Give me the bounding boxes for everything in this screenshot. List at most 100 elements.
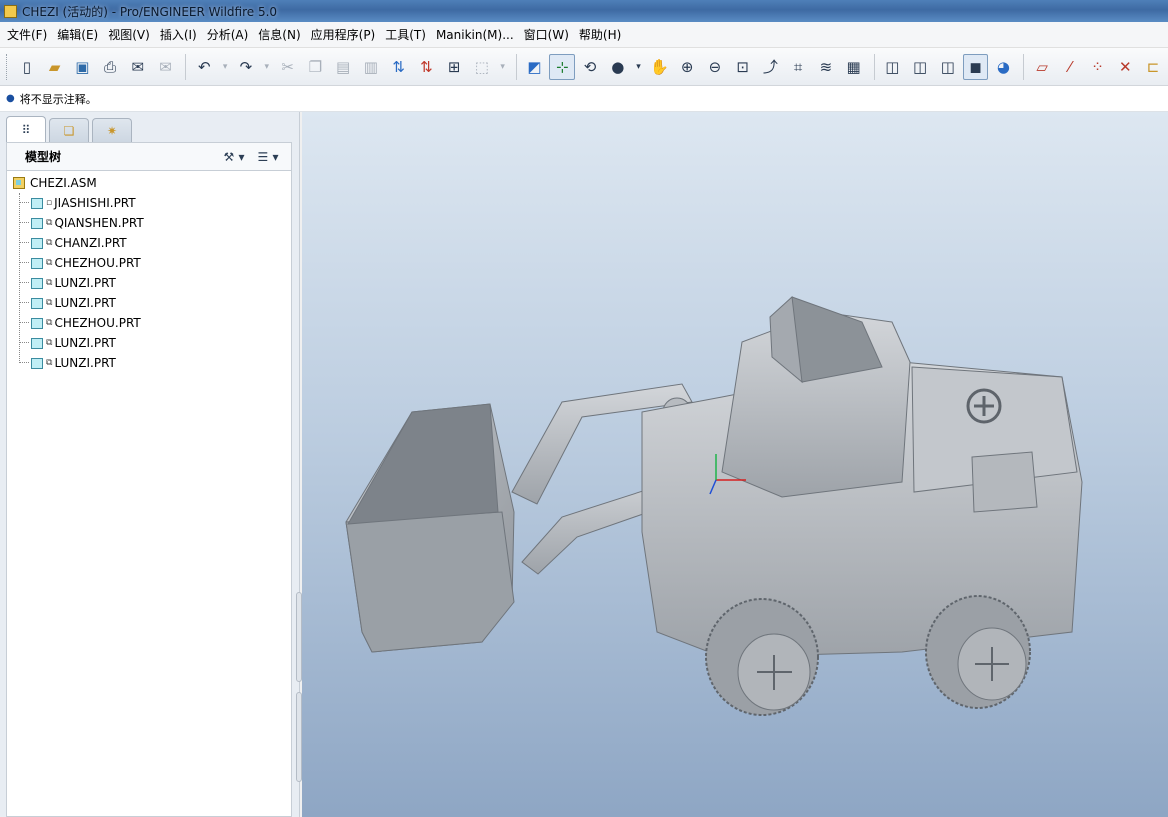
select-box-icon[interactable]: ⬚ bbox=[469, 54, 495, 80]
mail-link-icon[interactable]: ✉ bbox=[153, 54, 179, 80]
zoom-in-icon[interactable]: ⊕ bbox=[674, 54, 700, 80]
cut-icon[interactable]: ✂ bbox=[275, 54, 301, 80]
tree-item-part[interactable]: ⧉ LUNZI.PRT bbox=[31, 333, 116, 353]
tab-model-tree[interactable]: ⠿ bbox=[6, 116, 46, 142]
tree-connector bbox=[19, 262, 29, 263]
tree-columns-icon[interactable]: ☰ ▾ bbox=[251, 148, 285, 166]
select-dropdown-icon[interactable]: ▾ bbox=[497, 54, 509, 80]
menu-insert[interactable]: 插入(I) bbox=[155, 24, 202, 46]
assembly-icon bbox=[13, 177, 25, 189]
saved-views-icon[interactable]: ⌗ bbox=[785, 54, 811, 80]
tree-connector bbox=[19, 322, 29, 323]
reorient-icon[interactable]: ⤴ bbox=[758, 54, 784, 80]
datum-axes-icon[interactable]: ⁄ bbox=[1057, 54, 1083, 80]
cab-part[interactable] bbox=[721, 295, 911, 498]
paste-icon[interactable]: ▤ bbox=[330, 54, 356, 80]
shading-sphere-icon[interactable]: ● bbox=[605, 54, 631, 80]
datum-points-icon[interactable]: ⁘ bbox=[1085, 54, 1111, 80]
menu-manikin[interactable]: Manikin(M)... bbox=[431, 24, 519, 46]
refit-icon[interactable]: ⊡ bbox=[730, 54, 756, 80]
loader-model[interactable] bbox=[302, 112, 1168, 817]
menu-edit[interactable]: 编辑(E) bbox=[52, 24, 103, 46]
regenerate-icon[interactable]: ⇅ bbox=[386, 54, 412, 80]
spin-center-icon[interactable]: ⊹ bbox=[549, 53, 576, 80]
tree-item-part[interactable]: ⧉ CHEZHOU.PRT bbox=[31, 253, 141, 273]
tree-item-label: LUNZI.PRT bbox=[54, 336, 116, 350]
new-file-icon[interactable]: ▯ bbox=[14, 54, 40, 80]
part-icon bbox=[31, 357, 43, 369]
tab-favorites[interactable]: ✷ bbox=[92, 118, 132, 142]
model-tree-icon: ⠿ bbox=[21, 122, 31, 137]
menu-analysis[interactable]: 分析(A) bbox=[202, 24, 254, 46]
undo-dropdown-icon[interactable]: ▾ bbox=[219, 54, 231, 80]
tree-item-part[interactable]: ⧉ QIANSHEN.PRT bbox=[31, 213, 144, 233]
tree-connector bbox=[19, 222, 29, 223]
layers-icon[interactable]: ≋ bbox=[813, 54, 839, 80]
menu-tools[interactable]: 工具(T) bbox=[380, 24, 431, 46]
pan-hand-icon[interactable]: ✋ bbox=[647, 54, 673, 80]
tree-item-part[interactable]: ⧉ CHANZI.PRT bbox=[31, 233, 127, 253]
menu-window[interactable]: 窗口(W) bbox=[519, 24, 574, 46]
tab-folder-browser[interactable]: ❏ bbox=[49, 118, 89, 142]
hidden-line-icon[interactable]: ◫ bbox=[907, 54, 933, 80]
tree-item-part[interactable]: ▫ JIASHISHI.PRT bbox=[31, 193, 136, 213]
tree-item-part[interactable]: ⧉ LUNZI.PRT bbox=[31, 293, 116, 313]
front-wheel-part[interactable] bbox=[705, 598, 819, 716]
toolbar-separator bbox=[185, 53, 187, 80]
tree-connector bbox=[19, 362, 29, 363]
datum-planes-icon[interactable]: ▱ bbox=[1029, 54, 1055, 80]
wireframe-icon[interactable]: ◫ bbox=[879, 54, 905, 80]
part-icon bbox=[31, 257, 43, 269]
tree-item-label: CHEZI.ASM bbox=[30, 176, 97, 190]
coordinate-systems-icon[interactable]: ✕ bbox=[1112, 54, 1138, 80]
placement-icon: ⧉ bbox=[46, 238, 53, 248]
menu-applications[interactable]: 应用程序(P) bbox=[306, 24, 381, 46]
menu-help[interactable]: 帮助(H) bbox=[574, 24, 626, 46]
graphics-window[interactable] bbox=[302, 112, 1168, 817]
no-hidden-icon[interactable]: ◫ bbox=[935, 54, 961, 80]
copy-icon[interactable]: ❐ bbox=[302, 54, 328, 80]
toolbar-separator bbox=[873, 53, 875, 80]
tree-item-label: QIANSHEN.PRT bbox=[54, 216, 144, 230]
open-folder-icon[interactable]: ▰ bbox=[42, 54, 68, 80]
toolbar-grip[interactable] bbox=[6, 53, 10, 80]
enhanced-realism-icon[interactable]: ◕ bbox=[990, 54, 1016, 80]
placement-icon: ⧉ bbox=[46, 298, 53, 308]
part-icon bbox=[31, 297, 43, 309]
redo-icon[interactable]: ↷ bbox=[233, 54, 259, 80]
find-icon[interactable]: ⊞ bbox=[441, 54, 467, 80]
regenerate-manager-icon[interactable]: ⇅ bbox=[413, 54, 439, 80]
part-icon bbox=[31, 197, 43, 209]
repaint-icon[interactable]: ◩ bbox=[522, 54, 548, 80]
shading-dropdown-icon[interactable]: ▾ bbox=[633, 54, 645, 80]
tree-item-part[interactable]: ⧉ CHEZHOU.PRT bbox=[31, 313, 141, 333]
zoom-out-icon[interactable]: ⊖ bbox=[702, 54, 728, 80]
view-manager-icon[interactable]: ▦ bbox=[841, 54, 867, 80]
paste-special-icon[interactable]: ▥ bbox=[358, 54, 384, 80]
shading-icon[interactable]: ◼ bbox=[962, 53, 989, 80]
navigator-tabs: ⠿ ❏ ✷ bbox=[6, 116, 135, 142]
menu-info[interactable]: 信息(N) bbox=[253, 24, 305, 46]
model-tree-title: 模型树 bbox=[25, 150, 62, 164]
print-icon[interactable]: ⎙ bbox=[97, 54, 123, 80]
tree-item-part[interactable]: ⧉ LUNZI.PRT bbox=[31, 353, 116, 373]
menu-view[interactable]: 视图(V) bbox=[103, 24, 155, 46]
tree-item-root[interactable]: CHEZI.ASM bbox=[13, 173, 97, 193]
annotations-icon[interactable]: ⊏ bbox=[1140, 54, 1166, 80]
save-icon[interactable]: ▣ bbox=[69, 54, 95, 80]
send-mail-icon[interactable]: ✉ bbox=[125, 54, 151, 80]
tree-settings-icon[interactable]: ⚒ ▾ bbox=[217, 148, 251, 166]
placement-icon: ⧉ bbox=[46, 278, 53, 288]
undo-icon[interactable]: ↶ bbox=[191, 54, 217, 80]
rear-wheel-part[interactable] bbox=[925, 595, 1031, 709]
tree-connector bbox=[19, 302, 29, 303]
redo-dropdown-icon[interactable]: ▾ bbox=[261, 54, 273, 80]
menu-file[interactable]: 文件(F) bbox=[2, 24, 52, 46]
tree-item-label: JIASHISHI.PRT bbox=[54, 196, 136, 210]
toolbar-separator bbox=[515, 53, 517, 80]
navigator-panel: ⠿ ❏ ✷ 模型树 ⚒ ▾ ☰ ▾ CHEZI.ASM ▫ JIASHISHI.… bbox=[0, 112, 302, 817]
orient-mode-icon[interactable]: ⟲ bbox=[577, 54, 603, 80]
tree-item-part[interactable]: ⧉ LUNZI.PRT bbox=[31, 273, 116, 293]
bucket-part[interactable] bbox=[345, 403, 515, 653]
model-tree-tools: ⚒ ▾ ☰ ▾ bbox=[217, 148, 285, 166]
